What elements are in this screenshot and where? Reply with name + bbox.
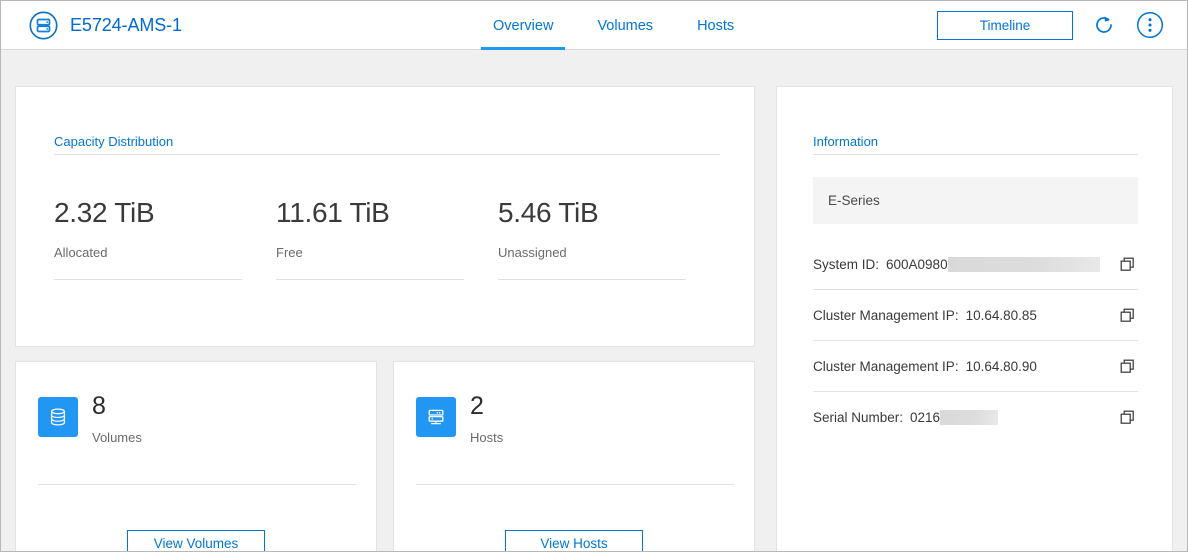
hosts-summary-card: 2 Hosts View Hosts bbox=[393, 361, 755, 551]
information-rows: System ID: 600A0980 Cluster Management I… bbox=[813, 239, 1138, 442]
capacity-metrics: 2.32 TiB Allocated 11.61 TiB Free 5.46 T… bbox=[54, 197, 720, 280]
copy-icon[interactable] bbox=[1116, 253, 1138, 275]
capacity-label: Unassigned bbox=[498, 245, 567, 260]
capacity-value: 5.46 TiB bbox=[498, 197, 599, 228]
hosts-count: 2 bbox=[470, 392, 484, 420]
info-label: Cluster Management IP: bbox=[813, 358, 959, 374]
brand: E5724-AMS-1 bbox=[28, 10, 182, 41]
info-value: 0216 bbox=[910, 409, 941, 425]
info-value: 10.64.80.85 bbox=[965, 307, 1037, 323]
hosts-action-wrap: View Hosts bbox=[394, 530, 754, 551]
copy-icon[interactable] bbox=[1116, 304, 1138, 326]
refresh-icon[interactable] bbox=[1089, 10, 1119, 40]
database-icon bbox=[38, 397, 78, 437]
volumes-summary-text: 8 Volumes bbox=[92, 392, 142, 446]
volumes-action-wrap: View Volumes bbox=[16, 530, 376, 551]
capacity-underline bbox=[54, 279, 242, 280]
app-header: E5724-AMS-1 Overview Volumes Hosts Timel… bbox=[1, 1, 1187, 50]
info-row-system-id: System ID: 600A0980 bbox=[813, 239, 1138, 290]
info-label: System ID: bbox=[813, 256, 880, 272]
volumes-summary-head: 8 Volumes bbox=[38, 392, 142, 446]
copy-icon[interactable] bbox=[1116, 355, 1138, 377]
capacity-label: Allocated bbox=[54, 245, 108, 260]
hosts-summary-head: 2 Hosts bbox=[416, 392, 504, 446]
capacity-underline bbox=[498, 279, 686, 280]
capacity-value: 2.32 TiB bbox=[54, 197, 155, 228]
capacity-label: Free bbox=[276, 245, 303, 260]
information-title-divider bbox=[813, 154, 1138, 155]
server-rack-icon bbox=[416, 397, 456, 437]
more-vertical-icon[interactable] bbox=[1135, 10, 1165, 40]
capacity-metric-unassigned: 5.46 TiB Unassigned bbox=[498, 197, 720, 280]
main-nav: Overview Volumes Hosts bbox=[471, 1, 756, 50]
capacity-metric-free: 11.61 TiB Free bbox=[276, 197, 498, 280]
copy-icon[interactable] bbox=[1116, 406, 1138, 428]
storage-array-icon bbox=[28, 10, 59, 41]
volumes-count: 8 bbox=[92, 392, 106, 420]
information-title: Information bbox=[813, 134, 879, 149]
tab-volumes[interactable]: Volumes bbox=[575, 1, 675, 50]
capacity-value: 11.61 TiB bbox=[276, 197, 390, 228]
capacity-distribution-card: Capacity Distribution 2.32 TiB Allocated… bbox=[15, 86, 755, 347]
product-family-banner: E-Series bbox=[813, 177, 1138, 224]
content-area: Capacity Distribution 2.32 TiB Allocated… bbox=[1, 51, 1187, 551]
capacity-underline bbox=[276, 279, 464, 280]
page-title: E5724-AMS-1 bbox=[70, 15, 182, 35]
info-row-serial-number: Serial Number: 0216 bbox=[813, 392, 1138, 442]
timeline-button[interactable]: Timeline bbox=[937, 10, 1073, 40]
info-label: Cluster Management IP: bbox=[813, 307, 959, 323]
hosts-summary-text: 2 Hosts bbox=[470, 392, 504, 446]
info-value: 10.64.80.90 bbox=[965, 358, 1037, 374]
information-card: Information E-Series System ID: 600A0980 bbox=[776, 86, 1173, 551]
volumes-divider bbox=[38, 484, 356, 485]
info-label: Serial Number: bbox=[813, 409, 904, 425]
tab-overview[interactable]: Overview bbox=[471, 1, 575, 50]
info-row-cluster-management-ip-1: Cluster Management IP: 10.64.80.85 bbox=[813, 290, 1138, 341]
info-row-cluster-management-ip-2: Cluster Management IP: 10.64.80.90 bbox=[813, 341, 1138, 392]
view-hosts-button[interactable]: View Hosts bbox=[505, 530, 643, 551]
hosts-caption: Hosts bbox=[470, 430, 504, 445]
redacted-value bbox=[947, 256, 1100, 272]
volumes-summary-card: 8 Volumes View Volumes bbox=[15, 361, 377, 551]
tab-hosts[interactable]: Hosts bbox=[675, 1, 756, 50]
view-volumes-button[interactable]: View Volumes bbox=[127, 530, 265, 551]
header-actions: Timeline bbox=[937, 10, 1165, 40]
capacity-title: Capacity Distribution bbox=[54, 134, 174, 149]
redacted-value bbox=[940, 409, 999, 425]
app-window: E5724-AMS-1 Overview Volumes Hosts Timel… bbox=[0, 0, 1188, 552]
capacity-metric-allocated: 2.32 TiB Allocated bbox=[54, 197, 276, 280]
hosts-divider bbox=[416, 484, 734, 485]
volumes-caption: Volumes bbox=[92, 430, 142, 445]
capacity-title-divider bbox=[54, 154, 720, 155]
info-value: 600A0980 bbox=[886, 256, 948, 272]
